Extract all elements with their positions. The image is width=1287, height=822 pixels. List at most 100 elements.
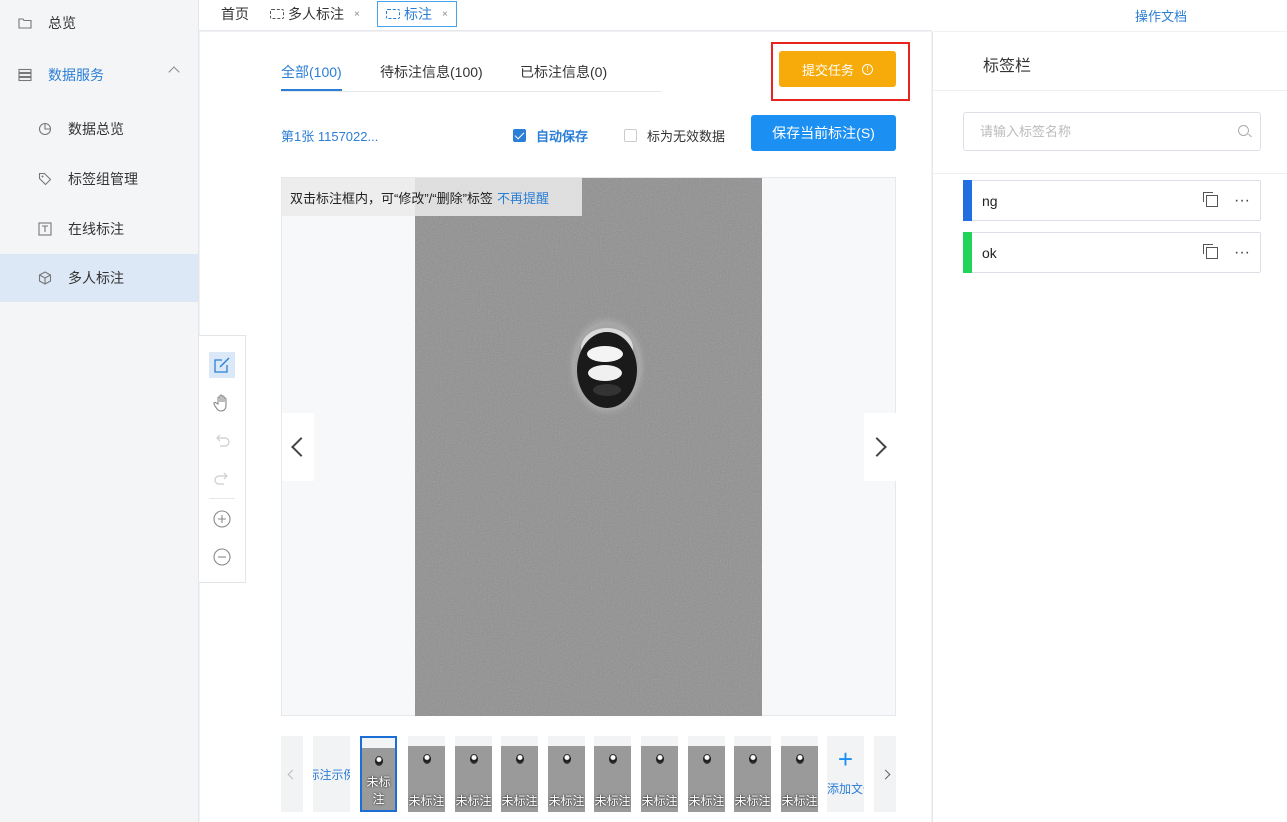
label-item-ok[interactable]: ok ···	[963, 232, 1261, 273]
tab-annotate[interactable]: 标注 ×	[377, 1, 457, 27]
thumbnail-1[interactable]: 未标注	[360, 736, 397, 812]
undo-tool[interactable]	[209, 428, 235, 454]
edit-box-icon	[214, 357, 230, 373]
thumbnail-status: 未标注	[455, 794, 492, 808]
info-icon: !	[862, 63, 873, 75]
more-icon[interactable]: ···	[1234, 192, 1250, 208]
tab-pending[interactable]: 待标注信息(100)	[380, 62, 483, 91]
mark-invalid-checkbox[interactable]: 标为无效数据	[624, 126, 725, 145]
zoom-out-icon	[213, 548, 231, 566]
scan-icon	[270, 9, 284, 19]
tab-all[interactable]: 全部(100)	[281, 62, 342, 91]
dismiss-hint-link[interactable]: 不再提醒	[497, 188, 549, 207]
current-file-name[interactable]: 第1张 1157022...	[281, 126, 378, 145]
search-icon[interactable]	[1238, 125, 1249, 136]
thumbnail-10[interactable]: 未标注	[781, 736, 818, 812]
hint-banner: 双击标注框内，可“修改”/“删除”标签 不再提醒	[282, 178, 582, 216]
sidebar-group-data-service[interactable]: 数据服务	[0, 52, 198, 98]
save-annotation-button[interactable]: 保存当前标注(S)	[751, 115, 896, 151]
example-thumbnail[interactable]: 标注示例	[313, 736, 350, 812]
thumbnail-9[interactable]: 未标注	[734, 736, 771, 812]
hint-text: 双击标注框内，可“修改”/“删除”标签	[290, 190, 493, 206]
thumbnail-status: 未标注	[408, 794, 445, 808]
prev-image-button[interactable]	[282, 413, 314, 481]
thumbnail-status: 未标注	[548, 794, 585, 808]
tab-multi-annotate[interactable]: 多人标注 ×	[270, 0, 360, 28]
sidebar-item-label: 总览	[48, 15, 76, 31]
chevron-right-icon	[867, 437, 887, 457]
close-icon[interactable]: ×	[442, 9, 448, 20]
copy-icon[interactable]	[1203, 243, 1219, 259]
submit-task-button[interactable]: 提交任务 !	[779, 51, 896, 87]
sidebar-item-overview[interactable]: 总览	[0, 0, 198, 46]
text-box-icon	[38, 222, 52, 236]
thumbnail-status: 未标注	[734, 794, 771, 808]
annotation-image[interactable]	[415, 178, 762, 716]
divider	[933, 90, 1287, 91]
label-search-input[interactable]	[963, 112, 1261, 151]
sidebar-item-label: 数据总览	[68, 121, 124, 137]
scan-icon	[386, 9, 400, 19]
label-panel-title: 标签栏	[983, 58, 1032, 75]
sidebar-item-multi-annotate[interactable]: 多人标注	[0, 254, 198, 302]
thumbnail-status: 未标注	[366, 775, 391, 806]
thumbnail-4[interactable]: 未标注	[501, 736, 538, 812]
chevron-left-icon	[287, 769, 297, 779]
auto-save-checkbox[interactable]: 自动保存	[513, 126, 588, 145]
thumbnail-2[interactable]: 未标注	[408, 736, 445, 812]
next-image-button[interactable]	[864, 413, 896, 481]
annotation-toolbox	[199, 335, 246, 583]
annotation-canvas[interactable]: 双击标注框内，可“修改”/“删除”标签 不再提醒	[281, 177, 896, 716]
close-icon[interactable]: ×	[354, 9, 360, 20]
thumbnail-3[interactable]: 未标注	[455, 736, 492, 812]
thumbnail-5[interactable]: 未标注	[548, 736, 585, 812]
thumbnail-image	[422, 754, 431, 764]
label-name: ok	[982, 244, 997, 261]
zoom-in-tool[interactable]	[209, 506, 235, 532]
draw-rect-tool[interactable]	[209, 352, 235, 378]
tab-labeled[interactable]: 已标注信息(0)	[520, 62, 607, 91]
tab-bar: 首页 多人标注 × 标注 ×	[199, 0, 932, 31]
thumbnail-image	[374, 756, 383, 766]
label-color-bar	[963, 232, 972, 273]
thumbnail-image	[469, 754, 478, 764]
thumbnail-image	[795, 754, 804, 764]
chevron-up-icon	[168, 66, 180, 78]
main-panel: 全部(100) 待标注信息(100) 已标注信息(0) 提交任务 ! 第1张 1…	[200, 32, 931, 822]
sidebar: 总览 数据服务 数据总览 标签组管理 在线标注 多人标注	[0, 0, 199, 822]
database-icon	[18, 68, 32, 82]
tab-home[interactable]: 首页	[221, 0, 249, 28]
redo-tool[interactable]	[209, 466, 235, 492]
tab-label: 标注	[404, 6, 432, 22]
sidebar-item-data-overview[interactable]: 数据总览	[0, 106, 198, 152]
redo-icon	[214, 472, 228, 485]
submit-label: 提交任务	[801, 62, 854, 78]
tag-icon	[38, 172, 52, 186]
add-file-button[interactable]: + 添加文件	[827, 736, 864, 812]
thumbnail-8[interactable]: 未标注	[688, 736, 725, 812]
thumbnail-7[interactable]: 未标注	[641, 736, 678, 812]
auto-save-label: 自动保存	[536, 129, 589, 144]
label-item-ng[interactable]: ng ···	[963, 180, 1261, 221]
operation-doc-link[interactable]: 操作文档	[1135, 6, 1187, 25]
pan-tool[interactable]	[209, 390, 235, 416]
zoom-out-tool[interactable]	[209, 544, 235, 570]
thumbnail-status: 未标注	[501, 794, 538, 808]
thumbnail-status: 未标注	[641, 794, 678, 808]
copy-icon[interactable]	[1203, 191, 1219, 207]
thumbnail-6[interactable]: 未标注	[594, 736, 631, 812]
more-icon[interactable]: ···	[1234, 244, 1250, 260]
sidebar-item-tag-group[interactable]: 标签组管理	[0, 156, 198, 202]
divider	[933, 173, 1287, 174]
strip-next-button[interactable]	[874, 736, 896, 812]
add-file-label: 添加文件	[827, 782, 864, 796]
thumbnail-image	[748, 754, 757, 764]
sidebar-item-label: 多人标注	[68, 270, 124, 286]
checkbox-checked-icon[interactable]	[513, 129, 526, 142]
zoom-in-icon	[213, 510, 231, 528]
checkbox-unchecked-icon[interactable]	[624, 129, 637, 142]
hand-icon	[213, 394, 227, 412]
label-name: ng	[982, 192, 998, 209]
sidebar-item-online-annotate[interactable]: 在线标注	[0, 206, 198, 252]
strip-prev-button[interactable]	[281, 736, 303, 812]
